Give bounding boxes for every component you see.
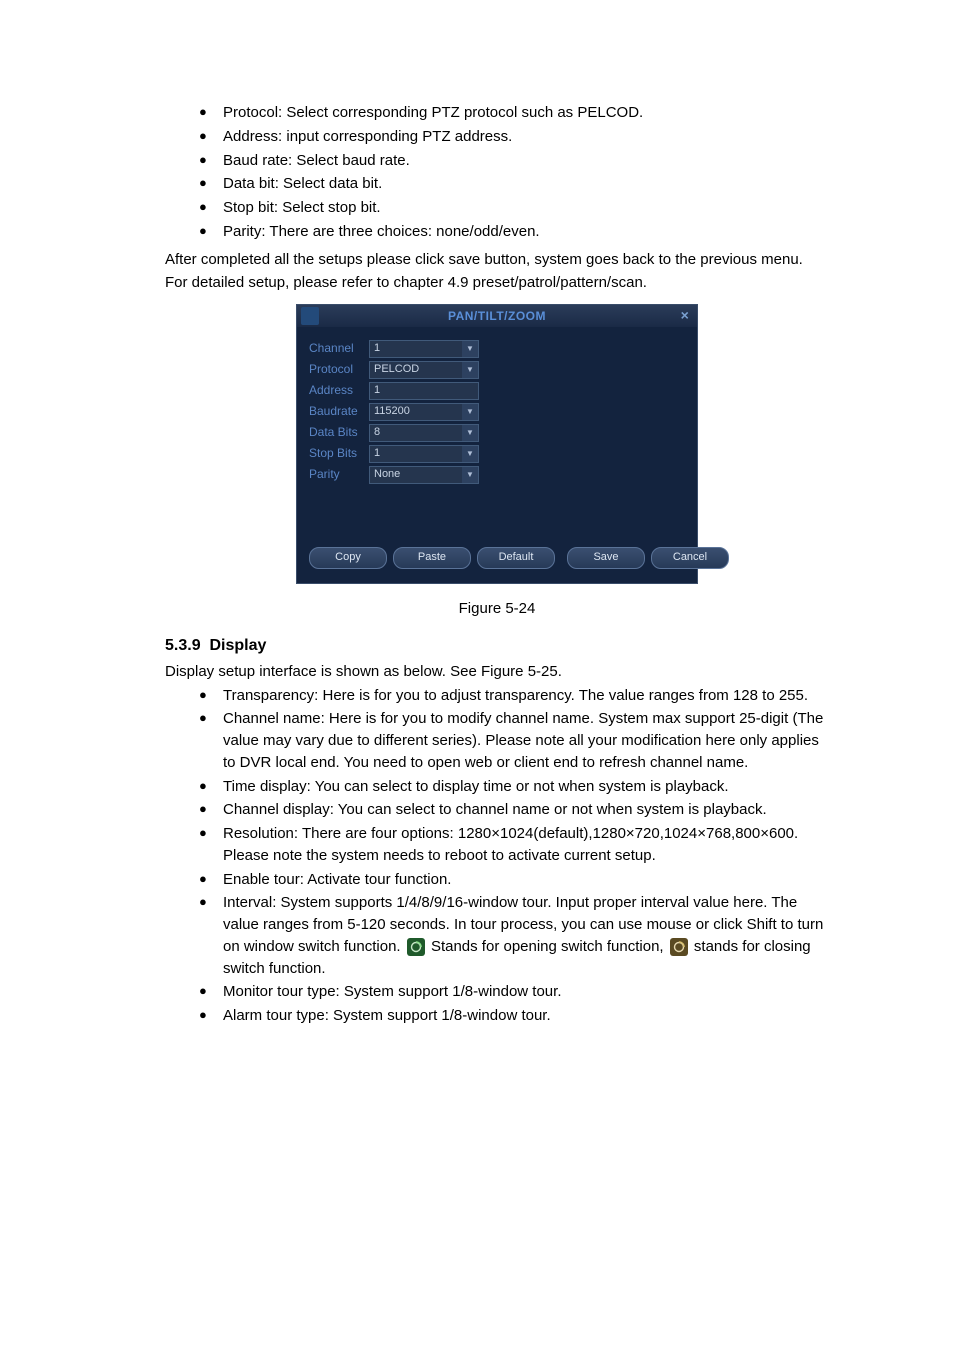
parity-value: None [374, 467, 400, 483]
chevron-down-icon: ▼ [462, 404, 478, 420]
list-item: Resolution: There are four options: 1280… [199, 823, 829, 867]
databits-label: Data Bits [309, 424, 369, 441]
paragraph: For detailed setup, please refer to chap… [165, 272, 829, 294]
default-button[interactable]: Default [477, 547, 555, 569]
address-input[interactable]: 1 [369, 382, 479, 400]
ptz-dialog: PAN/TILT/ZOOM × Channel 1 ▼ Protocol PEL… [296, 304, 698, 584]
bullet-text: Resolution: There are four options: 1280… [223, 825, 798, 864]
row-stopbits: Stop Bits 1 ▼ [309, 445, 685, 463]
paste-label: Paste [418, 550, 446, 566]
list-item: Data bit: Select data bit. [199, 173, 829, 195]
bullet-text: Enable tour: Activate tour function. [223, 871, 451, 888]
default-label: Default [499, 550, 534, 566]
row-databits: Data Bits 8 ▼ [309, 424, 685, 442]
row-channel: Channel 1 ▼ [309, 340, 685, 358]
display-bullet-list: Transparency: Here is for you to adjust … [165, 685, 829, 1027]
dialog-icon [301, 307, 319, 325]
switch-on-icon [407, 938, 425, 956]
chevron-down-icon: ▼ [462, 425, 478, 441]
list-item: Channel name: Here is for you to modify … [199, 708, 829, 773]
copy-button[interactable]: Copy [309, 547, 387, 569]
paragraph: Display setup interface is shown as belo… [165, 661, 829, 683]
databits-value: 8 [374, 425, 380, 441]
protocol-select[interactable]: PELCOD ▼ [369, 361, 479, 379]
paste-button[interactable]: Paste [393, 547, 471, 569]
section-title: Display [209, 637, 266, 654]
list-item: Parity: There are three choices: none/od… [199, 221, 829, 243]
switch-off-icon [670, 938, 688, 956]
figure-wrap: PAN/TILT/ZOOM × Channel 1 ▼ Protocol PEL… [165, 304, 829, 620]
address-value: 1 [374, 383, 380, 399]
section-heading: 5.3.9 Display [165, 634, 829, 657]
chevron-down-icon: ▼ [462, 467, 478, 483]
bullet-text: Baud rate: Select baud rate. [223, 152, 410, 169]
channel-value: 1 [374, 341, 380, 357]
save-button[interactable]: Save [567, 547, 645, 569]
bullet-text: Alarm tour type: System support 1/8-wind… [223, 1007, 551, 1024]
list-item: Alarm tour type: System support 1/8-wind… [199, 1005, 829, 1027]
dialog-body: Channel 1 ▼ Protocol PELCOD ▼ Address [297, 327, 697, 537]
row-parity: Parity None ▼ [309, 466, 685, 484]
stopbits-label: Stop Bits [309, 445, 369, 462]
stopbits-select[interactable]: 1 ▼ [369, 445, 479, 463]
list-item: Baud rate: Select baud rate. [199, 150, 829, 172]
list-item: Enable tour: Activate tour function. [199, 869, 829, 891]
chevron-down-icon: ▼ [462, 446, 478, 462]
protocol-label: Protocol [309, 361, 369, 378]
list-item: Channel display: You can select to chann… [199, 799, 829, 821]
bullet-text: Channel name: Here is for you to modify … [223, 710, 823, 771]
cancel-label: Cancel [673, 550, 707, 566]
address-label: Address [309, 382, 369, 399]
close-icon[interactable]: × [677, 308, 693, 324]
row-baudrate: Baudrate 115200 ▼ [309, 403, 685, 421]
chevron-down-icon: ▼ [462, 362, 478, 378]
dialog-title: PAN/TILT/ZOOM [448, 309, 546, 323]
bullet-text: Protocol: Select corresponding PTZ proto… [223, 104, 643, 121]
protocol-value: PELCOD [374, 362, 419, 378]
row-protocol: Protocol PELCOD ▼ [309, 361, 685, 379]
dialog-title-bar: PAN/TILT/ZOOM × [297, 305, 697, 327]
bullet-text: Data bit: Select data bit. [223, 175, 382, 192]
bullet-text: Stands for opening switch function, [431, 938, 668, 955]
list-item: Transparency: Here is for you to adjust … [199, 685, 829, 707]
bullet-text: Transparency: Here is for you to adjust … [223, 687, 808, 704]
bullet-text: Parity: There are three choices: none/od… [223, 223, 540, 240]
row-address: Address 1 [309, 382, 685, 400]
bullet-text: Stop bit: Select stop bit. [223, 199, 381, 216]
list-item: Interval: System supports 1/4/8/9/16-win… [199, 892, 829, 979]
list-item: Monitor tour type: System support 1/8-wi… [199, 981, 829, 1003]
bullet-text: Channel display: You can select to chann… [223, 801, 767, 818]
stopbits-value: 1 [374, 446, 380, 462]
list-item: Address: input corresponding PTZ address… [199, 126, 829, 148]
channel-select[interactable]: 1 ▼ [369, 340, 479, 358]
list-item: Stop bit: Select stop bit. [199, 197, 829, 219]
channel-label: Channel [309, 340, 369, 357]
cancel-button[interactable]: Cancel [651, 547, 729, 569]
paragraph: After completed all the setups please cl… [165, 249, 829, 271]
intro-bullet-list: Protocol: Select corresponding PTZ proto… [165, 102, 829, 243]
figure-caption: Figure 5-24 [165, 598, 829, 620]
baudrate-value: 115200 [374, 404, 410, 420]
baudrate-label: Baudrate [309, 403, 369, 420]
save-label: Save [593, 550, 618, 566]
list-item: Time display: You can select to display … [199, 776, 829, 798]
section-number: 5.3.9 [165, 637, 201, 654]
bullet-text: Address: input corresponding PTZ address… [223, 128, 512, 145]
parity-label: Parity [309, 466, 369, 483]
baudrate-select[interactable]: 115200 ▼ [369, 403, 479, 421]
dialog-footer: Copy Paste Default Save Cancel [297, 537, 697, 583]
chevron-down-icon: ▼ [462, 341, 478, 357]
parity-select[interactable]: None ▼ [369, 466, 479, 484]
list-item: Protocol: Select corresponding PTZ proto… [199, 102, 829, 124]
bullet-text: Time display: You can select to display … [223, 778, 729, 795]
copy-label: Copy [335, 550, 361, 566]
databits-select[interactable]: 8 ▼ [369, 424, 479, 442]
bullet-text: Monitor tour type: System support 1/8-wi… [223, 983, 562, 1000]
